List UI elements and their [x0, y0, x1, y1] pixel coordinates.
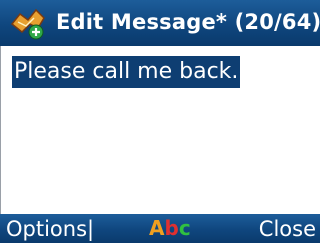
input-mode-letter: A	[149, 216, 165, 240]
close-softkey[interactable]: Close	[259, 215, 316, 243]
message-edit-icon	[10, 8, 45, 40]
input-mode-indicator[interactable]: Abc	[149, 214, 191, 243]
input-mode-letter: c	[178, 216, 191, 240]
title-bar: Edit Message* (20/64)	[0, 0, 320, 46]
softkey-bar: Options| Abc Close	[0, 214, 320, 243]
options-softkey[interactable]: Options|	[6, 215, 94, 243]
input-mode-letter: b	[164, 216, 179, 240]
message-editor[interactable]: Please call me back.	[0, 46, 320, 214]
selected-message-text[interactable]: Please call me back.	[12, 56, 241, 88]
window-title: Edit Message* (20/64)	[56, 10, 320, 34]
